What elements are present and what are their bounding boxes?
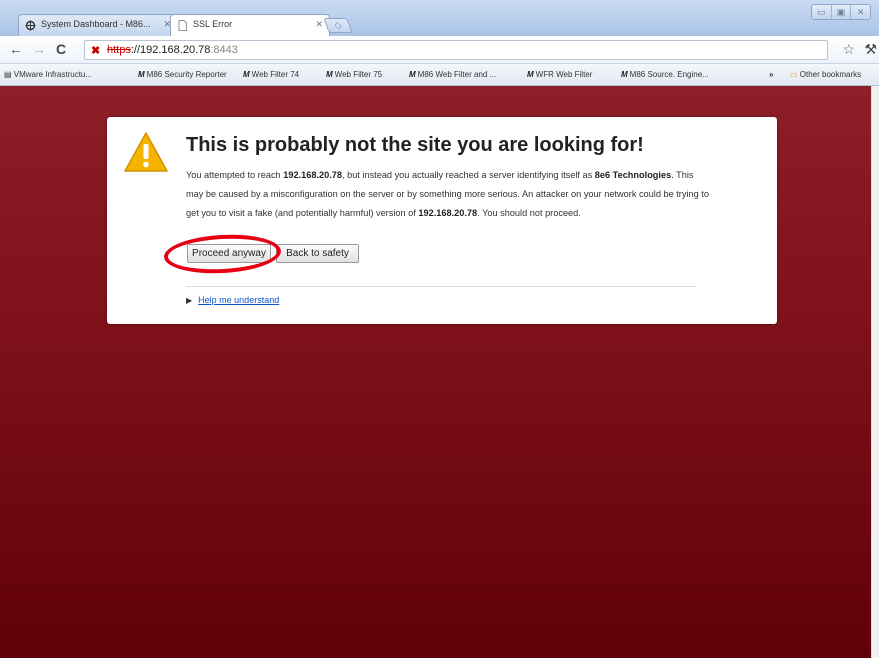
m86-logo-icon: M — [621, 70, 628, 79]
bookmark-source-engine[interactable]: M M86 Source. Engine... — [621, 70, 709, 79]
bookmark-label: M86 Security Reporter — [146, 70, 227, 79]
description-text: , but instead you actually reached a ser… — [341, 170, 595, 180]
bookmark-label: Web Filter 75 — [334, 70, 383, 79]
navigation-toolbar: ← → C ✖ https://192.168.20.78:8443 ☆ ⚒ — [0, 36, 879, 64]
bookmarks-bar: ▤ VMware Infrastructu... M M86 Security R… — [0, 64, 879, 86]
dashboard-favicon-icon — [25, 20, 36, 31]
bookmark-label: VMware Infrastructu... — [13, 70, 93, 79]
url-port: :8443 — [210, 44, 238, 56]
minimize-icon[interactable]: ▭ — [812, 5, 832, 19]
vertical-scrollbar[interactable] — [871, 86, 879, 658]
bookmark-label: Web Filter 74 — [251, 70, 300, 79]
bookmark-web-filter-75[interactable]: M Web Filter 75 — [326, 70, 382, 79]
bookmark-label: M86 Source. Engine... — [629, 70, 709, 79]
bookmark-star-icon[interactable]: ☆ — [842, 41, 855, 58]
reload-icon[interactable]: C — [56, 41, 66, 57]
tab-strip: System Dashboard - M86... ✕ SSL Error ✕ … — [0, 0, 879, 37]
divider — [186, 286, 697, 287]
forward-arrow-icon[interactable]: → — [32, 41, 46, 57]
bookmark-m86-web-filter[interactable]: M M86 Web Filter and ... — [409, 70, 496, 79]
window-controls: ▭ ▣ ✕ — [811, 4, 871, 20]
bookmarks-overflow-chevron-icon[interactable]: » — [769, 70, 773, 79]
error-description: You attempted to reach 192.168.20.78, bu… — [186, 166, 711, 223]
bookmark-vmware[interactable]: ▤ VMware Infrastructu... — [4, 70, 92, 79]
bookmark-wfr-web-filter[interactable]: M WFR Web Filter — [527, 70, 592, 79]
other-bookmarks-label: Other bookmarks — [799, 70, 862, 79]
m86-logo-icon: M — [243, 70, 250, 79]
highlight-annotation-circle — [163, 231, 282, 277]
expand-triangle-icon: ▶ — [186, 296, 193, 305]
description-text: You attempted to reach — [186, 170, 284, 180]
folder-icon: ▭ — [790, 70, 800, 79]
bookmark-label: WFR Web Filter — [535, 70, 593, 79]
error-page-background: This is probably not the site you are lo… — [0, 86, 879, 658]
back-arrow-icon[interactable]: ← — [9, 41, 23, 57]
maximize-icon[interactable]: ▣ — [832, 5, 852, 19]
address-bar[interactable]: ✖ https://192.168.20.78:8443 — [84, 40, 828, 60]
target-host: 192.168.20.78 — [418, 208, 478, 218]
page-title: This is probably not the site you are lo… — [186, 134, 644, 156]
server-identity: 8e6 Technologies — [594, 170, 672, 180]
m86-logo-icon: M — [409, 70, 416, 79]
bookmark-label: M86 Web Filter and ... — [417, 70, 497, 79]
m86-logo-icon: M — [138, 70, 145, 79]
page-favicon-icon — [178, 20, 187, 31]
back-to-safety-button[interactable]: Back to safety — [276, 244, 359, 263]
ssl-error-icon: ✖ — [91, 45, 101, 57]
help-link-label: Help me understand — [198, 295, 280, 305]
warning-icon — [124, 132, 168, 172]
ssl-error-panel: This is probably not the site you are lo… — [107, 117, 777, 324]
close-tab-icon[interactable]: ✕ — [315, 19, 323, 30]
new-tab-button[interactable]: ◇ — [323, 18, 353, 33]
bookmark-security-reporter[interactable]: M M86 Security Reporter — [138, 70, 227, 79]
tab-label: SSL Error — [193, 19, 233, 29]
new-tab-icon: ◇ — [332, 20, 344, 30]
other-bookmarks-folder[interactable]: ▭ Other bookmarks — [790, 70, 861, 79]
browser-window: System Dashboard - M86... ✕ SSL Error ✕ … — [0, 0, 879, 658]
tab-label: System Dashboard - M86... — [41, 19, 151, 29]
m86-logo-icon: M — [527, 70, 534, 79]
wrench-menu-icon[interactable]: ⚒ — [864, 41, 877, 58]
url-scheme: https — [107, 44, 131, 56]
help-me-understand-link[interactable]: ▶ Help me understand — [186, 295, 279, 305]
close-window-icon[interactable]: ✕ — [851, 5, 870, 19]
m86-logo-icon: M — [326, 70, 333, 79]
tab-ssl-error[interactable]: SSL Error ✕ — [170, 14, 330, 37]
bookmark-web-filter-74[interactable]: M Web Filter 74 — [243, 70, 299, 79]
tab-system-dashboard[interactable]: System Dashboard - M86... ✕ — [18, 14, 178, 36]
target-host: 192.168.20.78 — [283, 170, 342, 180]
description-text: . You should not proceed. — [477, 208, 581, 218]
url-host: ://192.168.20.78 — [130, 44, 211, 56]
page-icon: ▤ — [4, 70, 14, 79]
